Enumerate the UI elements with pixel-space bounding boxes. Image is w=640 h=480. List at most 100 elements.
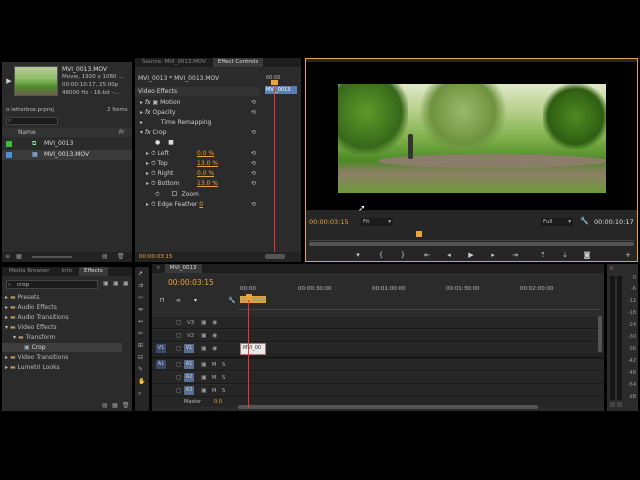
tab-effects[interactable]: Effects <box>78 267 108 276</box>
meter-close-icon[interactable]: × <box>609 265 614 272</box>
fx-badge-icon[interactable]: fx <box>145 129 153 136</box>
track-v2[interactable]: ▢ V2 ▣ ◉ <box>152 330 604 342</box>
stopwatch-icon[interactable]: ⏱ <box>151 170 156 177</box>
zoom-checkbox[interactable] <box>171 191 177 196</box>
add-button[interactable]: + <box>623 251 633 260</box>
tree-item[interactable]: ▸ ▬ Audio Effects <box>2 303 132 312</box>
accelerated-effects-icon[interactable]: ▣ <box>103 280 109 287</box>
zoom-slider[interactable] <box>32 256 72 258</box>
expand-arrow-icon[interactable]: ▸ <box>5 354 8 361</box>
new-bin-icon[interactable]: ▤ <box>102 402 108 409</box>
yuv-effects-icon[interactable]: ▣ <box>123 280 129 287</box>
param-row-left[interactable]: ▸ ⏱ Left 0.0 % ⟲ <box>135 149 260 158</box>
effect-row-motion[interactable]: ▸ fx ▣ Motion ⟲ <box>135 98 260 107</box>
lock-icon[interactable]: ▢ <box>176 332 182 339</box>
lock-icon[interactable]: ▢ <box>176 387 182 394</box>
ec-zoom-scroll[interactable] <box>265 254 285 259</box>
work-area-bar[interactable] <box>240 296 266 303</box>
solo-right-button[interactable] <box>617 402 622 407</box>
reset-icon[interactable]: ⟲ <box>251 200 256 209</box>
stopwatch-icon[interactable]: ⏱ <box>151 201 156 208</box>
ec-timecode[interactable]: 00:00:03:15 <box>139 254 173 260</box>
reset-icon[interactable]: ⟲ <box>251 149 256 158</box>
param-value[interactable]: 0.0 % <box>197 149 214 158</box>
param-row-edge-feather[interactable]: ▸ ⏱ Edge Feather 0 ⟲ <box>135 200 260 209</box>
monitor-playhead[interactable] <box>416 231 422 237</box>
param-row-right[interactable]: ▸ ⏱ Right 0.0 % ⟲ <box>135 169 260 178</box>
add-marker-icon[interactable]: ▾ <box>194 297 197 304</box>
razor-tool-icon[interactable]: ✂ <box>138 330 143 337</box>
source-patch-v1[interactable]: V1 <box>156 344 166 353</box>
effect-row-crop[interactable]: ▾ fx Crop ⟲ <box>135 128 260 137</box>
quality-dropdown[interactable]: Full ▾ <box>541 218 573 226</box>
sync-lock-icon[interactable]: ▣ <box>201 345 207 352</box>
ec-playhead-marker[interactable] <box>271 80 278 85</box>
expand-arrow-icon[interactable]: ▸ <box>146 150 149 157</box>
step-forward-button[interactable]: ▸ <box>488 251 498 260</box>
stopwatch-icon[interactable]: ⏱ <box>151 150 156 157</box>
track-target-a3[interactable]: A3 <box>184 386 194 395</box>
track-a1[interactable]: A1 ▢ A1 ▣ M S <box>152 359 604 371</box>
collapse-arrow-icon[interactable]: ▾ <box>13 334 16 341</box>
expand-arrow-icon[interactable]: ▸ <box>140 109 143 116</box>
slip-tool-icon[interactable]: ⊞ <box>138 342 143 349</box>
track-target-a2[interactable]: A2 <box>184 373 194 382</box>
effect-row-opacity[interactable]: ▸ fx Opacity ⟲ <box>135 108 260 117</box>
wrench-icon[interactable]: 🔧 <box>580 217 589 225</box>
lock-icon[interactable]: ▢ <box>176 319 182 326</box>
col-frame-header[interactable]: Fr <box>119 128 124 137</box>
reset-icon[interactable]: ⟲ <box>251 98 256 107</box>
play-button[interactable]: ▶ <box>466 251 476 260</box>
selection-tool-icon[interactable]: ➚ <box>138 270 143 277</box>
eye-icon[interactable]: ◉ <box>212 332 217 339</box>
expand-arrow-icon[interactable]: ▸ <box>146 170 149 177</box>
track-target-v1[interactable]: V1 <box>184 344 194 353</box>
extract-button[interactable]: ⇣ <box>560 251 570 260</box>
param-row-top[interactable]: ▸ ⏱ Top 13.0 % ⟲ <box>135 159 260 168</box>
rolling-edit-tool-icon[interactable]: ⇹ <box>138 306 143 313</box>
tab-source[interactable]: Source: MVI_0013.MOV <box>137 58 211 67</box>
icon-view-icon[interactable]: ▦ <box>16 253 22 260</box>
reset-icon[interactable]: ⟲ <box>251 128 256 137</box>
expand-arrow-icon[interactable]: ▸ <box>146 180 149 187</box>
solo-button[interactable]: S <box>222 375 225 381</box>
timeline-playhead-head[interactable] <box>246 294 252 300</box>
eye-icon[interactable]: ◉ <box>212 345 217 352</box>
tab-media-browser[interactable]: Media Browser <box>4 267 55 276</box>
ellipse-mask-icon[interactable]: ● <box>155 139 160 146</box>
track-v3[interactable]: ▢ V3 ▣ ◉ <box>152 317 604 329</box>
expand-arrow-icon[interactable]: ▸ <box>5 314 8 321</box>
mark-out-button[interactable]: } <box>398 251 408 260</box>
sync-lock-icon[interactable]: ▣ <box>201 319 207 326</box>
solo-button[interactable]: S <box>222 362 225 368</box>
timeline-vertical-scroll[interactable] <box>598 316 602 352</box>
reset-icon[interactable]: ⟲ <box>251 159 256 168</box>
tree-item[interactable]: ▸ ▬ Lumetri Looks <box>2 363 132 372</box>
rate-stretch-tool-icon[interactable]: ↔ <box>138 318 143 325</box>
param-row-bottom[interactable]: ▸ ⏱ Bottom 13.0 % ⟲ <box>135 179 260 188</box>
sync-lock-icon[interactable]: ▣ <box>201 374 207 381</box>
go-to-out-button[interactable]: ⇥ <box>510 251 520 260</box>
project-item[interactable]: ⧉ MVI_0013 <box>2 139 132 149</box>
eye-icon[interactable]: ◉ <box>212 319 217 326</box>
snap-icon[interactable]: ⊓ <box>160 297 165 304</box>
param-value[interactable]: 13.0 % <box>197 179 218 188</box>
pen-tool-icon[interactable]: ✎ <box>138 366 143 373</box>
solo-button[interactable]: S <box>222 388 225 394</box>
expand-arrow-icon[interactable]: ▸ <box>140 119 143 126</box>
reset-icon[interactable]: ⟲ <box>251 108 256 117</box>
new-preset-icon[interactable]: ▦ <box>112 402 118 409</box>
tree-item[interactable]: ▸ ▬ Presets <box>2 293 132 302</box>
timeline-horizontal-scroll[interactable] <box>238 405 538 409</box>
lift-button[interactable]: ⇡ <box>538 251 548 260</box>
linked-selection-icon[interactable]: ∞ <box>176 297 181 304</box>
param-row-zoom[interactable]: ⏱ Zoom <box>135 190 260 199</box>
source-patch-a1[interactable]: A1 <box>156 360 166 369</box>
col-name-header[interactable]: Name <box>18 128 36 137</box>
fx-badge-icon[interactable]: fx <box>145 109 153 116</box>
monitor-ruler[interactable] <box>309 231 634 241</box>
tree-item[interactable]: ▸ ▬ Audio Transitions <box>2 313 132 322</box>
sync-lock-icon[interactable]: ▣ <box>201 361 207 368</box>
export-frame-button[interactable]: ◙ <box>582 251 592 260</box>
solo-left-button[interactable] <box>610 402 615 407</box>
